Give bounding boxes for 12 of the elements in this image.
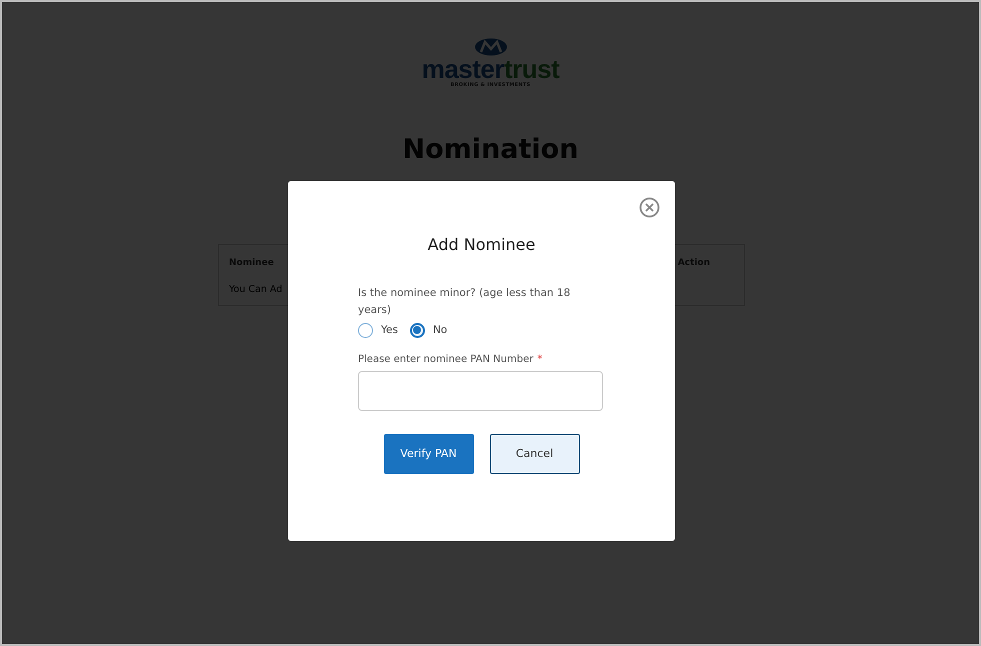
minor-question: Is the nominee minor? (age less than 18 years) <box>358 286 572 318</box>
modal-title: Add Nominee <box>428 234 536 256</box>
pan-label: Please enter nominee PAN Number <box>358 353 534 368</box>
required-mark: * <box>537 353 542 368</box>
close-button[interactable] <box>639 197 660 218</box>
radio-label: Yes <box>381 322 398 338</box>
radio-label: No <box>432 322 448 338</box>
radio-button[interactable] <box>410 322 425 338</box>
verify-button[interactable]: Verify PAN <box>384 434 474 474</box>
radio-button[interactable] <box>358 322 373 338</box>
cancel-button[interactable]: Cancel <box>490 434 580 474</box>
pan-input-field[interactable] <box>358 371 603 412</box>
